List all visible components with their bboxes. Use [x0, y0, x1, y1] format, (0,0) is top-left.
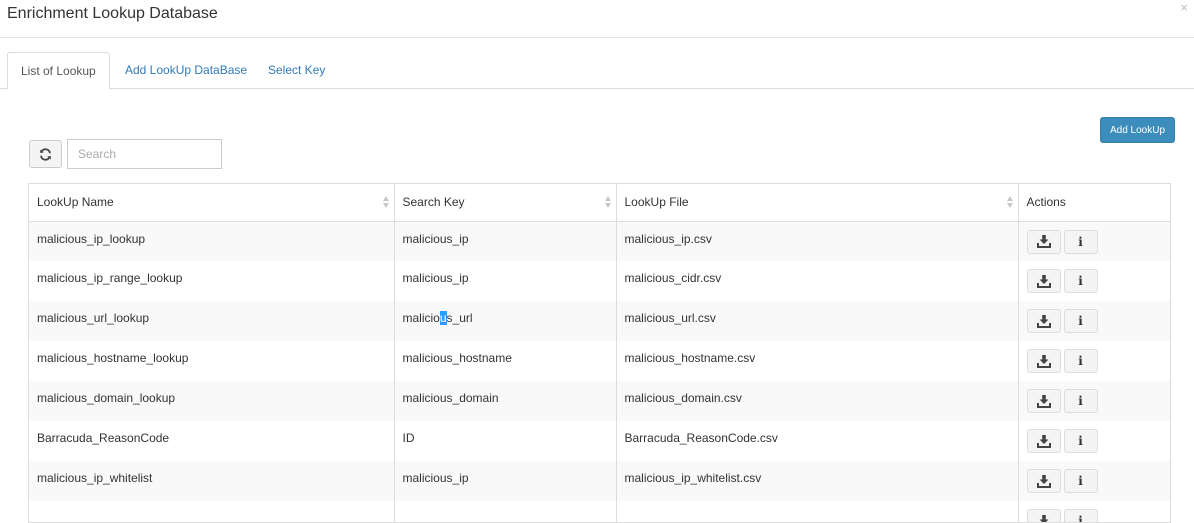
table-row: malicious_url_lookupmalicious_urlmalicio…	[29, 301, 1170, 341]
refresh-icon	[39, 148, 52, 161]
download-icon	[1037, 355, 1051, 368]
actions-cell: i	[1018, 381, 1170, 421]
download-icon	[1037, 515, 1051, 523]
download-button[interactable]	[1027, 309, 1061, 333]
tab-list-of-lookup[interactable]: List of Lookup	[7, 52, 110, 90]
info-icon: i	[1078, 514, 1083, 523]
download-icon	[1037, 315, 1051, 328]
refresh-button[interactable]	[29, 140, 62, 168]
info-icon: i	[1078, 394, 1083, 408]
lookup-file-cell: malicious_cidr.csv	[616, 261, 1018, 301]
table-row: malicious_domain_lookupmalicious_domainm…	[29, 381, 1170, 421]
info-button[interactable]: i	[1064, 509, 1098, 523]
text-selection: u	[440, 311, 447, 325]
actions-cell: i	[1018, 301, 1170, 341]
table-row: i	[29, 501, 1170, 523]
info-button[interactable]: i	[1064, 429, 1098, 453]
tab-bar: List of Lookup Add LookUp DataBase Selec…	[0, 52, 1194, 89]
actions-cell: i	[1018, 501, 1170, 523]
tab-add-lookup-database[interactable]: Add LookUp DataBase	[112, 52, 260, 89]
download-icon	[1037, 275, 1051, 288]
download-button[interactable]	[1027, 389, 1061, 413]
info-icon: i	[1078, 474, 1083, 488]
lookup-name-cell: malicious_domain_lookup	[29, 381, 394, 421]
search-key-cell: malicious_hostname	[394, 341, 616, 381]
table-row: malicious_ip_whitelistmalicious_ipmalici…	[29, 461, 1170, 501]
column-header-lookup-name[interactable]: LookUp Name	[29, 184, 394, 221]
column-header-actions: Actions	[1018, 184, 1170, 221]
lookup-file-cell: malicious_url.csv	[616, 301, 1018, 341]
download-icon	[1037, 235, 1051, 248]
lookup-name-cell: malicious_ip_whitelist	[29, 461, 394, 501]
table-row: malicious_hostname_lookupmalicious_hostn…	[29, 341, 1170, 381]
search-key-cell: ID	[394, 421, 616, 461]
lookup-name-cell: malicious_url_lookup	[29, 301, 394, 341]
lookup-table: LookUp Name Search Key LookUp File Actio…	[28, 183, 1171, 523]
search-key-cell	[394, 501, 616, 523]
download-button[interactable]	[1027, 469, 1061, 493]
download-icon	[1037, 395, 1051, 408]
search-key-cell: malicious_domain	[394, 381, 616, 421]
info-button[interactable]: i	[1064, 389, 1098, 413]
info-button[interactable]: i	[1064, 349, 1098, 373]
download-button[interactable]	[1027, 269, 1061, 293]
sort-icon	[383, 196, 390, 209]
actions-cell: i	[1018, 341, 1170, 381]
table-header-row: LookUp Name Search Key LookUp File Actio…	[29, 184, 1170, 221]
search-key-cell: malicious_ip	[394, 221, 616, 261]
lookup-name-cell	[29, 501, 394, 523]
info-icon: i	[1078, 274, 1083, 288]
lookup-name-cell: malicious_ip_range_lookup	[29, 261, 394, 301]
lookup-name-cell: malicious_ip_lookup	[29, 221, 394, 261]
info-button[interactable]: i	[1064, 309, 1098, 333]
column-header-label: Search Key	[403, 195, 465, 209]
sort-icon	[605, 196, 612, 209]
info-button[interactable]: i	[1064, 269, 1098, 293]
column-header-lookup-file[interactable]: LookUp File	[616, 184, 1018, 221]
column-header-label: Actions	[1027, 195, 1066, 209]
info-button[interactable]: i	[1064, 230, 1098, 254]
download-icon	[1037, 435, 1051, 448]
column-header-search-key[interactable]: Search Key	[394, 184, 616, 221]
table-row: malicious_ip_lookupmalicious_ipmalicious…	[29, 221, 1170, 261]
modal-title: Enrichment Lookup Database	[7, 5, 218, 23]
lookup-file-cell	[616, 501, 1018, 523]
actions-cell: i	[1018, 421, 1170, 461]
add-lookup-button[interactable]: Add LookUp	[1100, 117, 1175, 143]
tab-select-key[interactable]: Select Key	[255, 52, 338, 89]
actions-cell: i	[1018, 221, 1170, 261]
lookup-file-cell: Barracuda_ReasonCode.csv	[616, 421, 1018, 461]
search-key-cell: malicious_url	[394, 301, 616, 341]
download-button[interactable]	[1027, 349, 1061, 373]
lookup-name-cell: malicious_hostname_lookup	[29, 341, 394, 381]
info-icon: i	[1078, 235, 1083, 249]
lookup-name-cell: Barracuda_ReasonCode	[29, 421, 394, 461]
download-button[interactable]	[1027, 230, 1061, 254]
column-header-label: LookUp Name	[37, 195, 114, 209]
lookup-file-cell: malicious_domain.csv	[616, 381, 1018, 421]
lookup-file-cell: malicious_ip.csv	[616, 221, 1018, 261]
close-icon[interactable]: ×	[1180, 1, 1188, 15]
download-button[interactable]	[1027, 509, 1061, 523]
info-button[interactable]: i	[1064, 469, 1098, 493]
search-key-cell: malicious_ip	[394, 461, 616, 501]
table-row: Barracuda_ReasonCodeIDBarracuda_ReasonCo…	[29, 421, 1170, 461]
table-row: malicious_ip_range_lookupmalicious_ipmal…	[29, 261, 1170, 301]
info-icon: i	[1078, 434, 1083, 448]
info-icon: i	[1078, 354, 1083, 368]
search-input[interactable]	[67, 139, 222, 169]
lookup-file-cell: malicious_ip_whitelist.csv	[616, 461, 1018, 501]
column-header-label: LookUp File	[625, 195, 689, 209]
lookup-file-cell: malicious_hostname.csv	[616, 341, 1018, 381]
search-key-cell: malicious_ip	[394, 261, 616, 301]
actions-cell: i	[1018, 261, 1170, 301]
modal-header: Enrichment Lookup Database ×	[0, 0, 1194, 38]
actions-cell: i	[1018, 461, 1170, 501]
info-icon: i	[1078, 314, 1083, 328]
download-button[interactable]	[1027, 429, 1061, 453]
sort-icon	[1007, 196, 1014, 209]
download-icon	[1037, 475, 1051, 488]
